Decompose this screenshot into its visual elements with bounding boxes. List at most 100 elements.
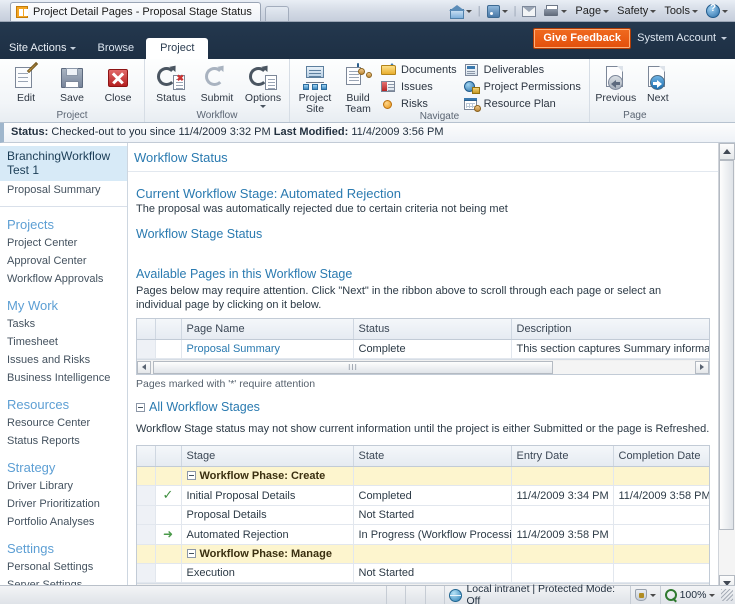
scroll-track[interactable] xyxy=(719,160,735,575)
risks-icon xyxy=(381,97,397,111)
chevron-down-icon[interactable] xyxy=(649,593,656,597)
edit-button[interactable]: Edit xyxy=(3,61,49,104)
table-row-phase[interactable]: Workflow Phase: Manage xyxy=(137,544,709,564)
sidebar-item-issues-and-risks[interactable]: Issues and Risks xyxy=(0,351,127,369)
cell-state: Not Started xyxy=(353,505,512,525)
row-gutter-header xyxy=(137,319,156,340)
collapse-icon[interactable] xyxy=(136,402,145,412)
scroll-thumb[interactable]: III xyxy=(153,360,553,374)
column-header-stage[interactable]: Stage xyxy=(181,446,354,467)
ribbon-tab-project[interactable]: Project xyxy=(146,38,209,59)
column-header-completion-date[interactable]: Completion Date xyxy=(613,446,709,467)
project-permissions-button[interactable]: Project Permissions xyxy=(462,79,586,96)
ribbon-group-navigate-label: Navigate xyxy=(419,111,460,122)
site-actions-menu[interactable]: Site Actions xyxy=(0,42,85,59)
nav-heading-resources: Resources xyxy=(7,397,70,412)
cell-phase-name: Workflow Phase: Create xyxy=(181,466,354,486)
status-message-cell xyxy=(0,585,387,604)
table-row-phase[interactable]: Workflow Phase: Create xyxy=(137,466,709,486)
all-workflow-stages-label[interactable]: All Workflow Stages xyxy=(149,400,260,414)
sidebar-item-approval-center[interactable]: Approval Center xyxy=(0,252,127,270)
sidebar-item-resource-center[interactable]: Resource Center xyxy=(0,414,127,432)
workflow-options-button[interactable]: Options xyxy=(240,61,286,108)
project-site-button[interactable]: Project Site xyxy=(293,61,337,115)
column-header-state[interactable]: State xyxy=(353,446,512,467)
sidebar-item-workflow-approvals[interactable]: Workflow Approvals xyxy=(0,270,127,288)
give-feedback-button[interactable]: Give Feedback xyxy=(533,28,631,49)
home-button[interactable] xyxy=(446,4,475,19)
user-account-menu[interactable]: System Account xyxy=(637,32,727,44)
page-name-link[interactable]: Proposal Summary xyxy=(187,343,281,355)
row-gutter-header xyxy=(137,446,156,467)
sidebar-item-tasks[interactable]: Tasks xyxy=(0,315,127,333)
sidebar-item-personal-settings[interactable]: Personal Settings xyxy=(0,558,127,576)
table-row[interactable]: ➜ Automated Rejection In Progress (Workf… xyxy=(137,524,709,545)
risks-button[interactable]: Risks xyxy=(379,96,462,113)
cell-stage-name: Initial Proposal Details xyxy=(181,485,354,506)
table-row[interactable]: Execution Not Started xyxy=(137,563,709,583)
page-vertical-scrollbar[interactable] xyxy=(718,143,735,592)
sidebar-item-business-intelligence[interactable]: Business Intelligence xyxy=(0,369,127,387)
safety-menu[interactable]: Safety xyxy=(614,4,659,18)
print-button[interactable] xyxy=(541,4,570,19)
chevron-down-icon[interactable] xyxy=(709,593,716,597)
sidebar-item-driver-prioritization[interactable]: Driver Prioritization xyxy=(0,495,127,513)
phase-collapse-icon[interactable] xyxy=(186,471,196,480)
previous-page-button[interactable]: Previous xyxy=(593,61,639,104)
scroll-right-button[interactable] xyxy=(695,360,709,374)
all-workflow-stages-toggle[interactable]: All Workflow Stages xyxy=(136,400,710,414)
scroll-left-button[interactable] xyxy=(137,360,151,374)
build-team-button[interactable]: Build Team xyxy=(337,61,379,115)
divider: | xyxy=(513,5,517,17)
sidebar-item-status-reports[interactable]: Status Reports xyxy=(0,432,127,450)
documents-button[interactable]: Documents xyxy=(379,62,462,79)
issues-button[interactable]: Issues xyxy=(379,79,462,96)
sidebar-item-project-center[interactable]: Project Center xyxy=(0,234,127,252)
close-button[interactable]: Close xyxy=(95,61,141,104)
table-row[interactable]: ✓ Initial Proposal Details Completed 11/… xyxy=(137,485,709,506)
resize-grip[interactable] xyxy=(721,589,734,601)
ribbon-tab-browse[interactable]: Browse xyxy=(85,38,146,59)
column-header-status[interactable]: Status xyxy=(353,319,512,340)
resource-plan-button[interactable]: Resource Plan xyxy=(462,96,586,113)
feeds-button[interactable] xyxy=(484,4,511,19)
save-button[interactable]: Save xyxy=(49,61,95,104)
new-tab-button[interactable] xyxy=(264,6,289,21)
zoom-level-cell[interactable]: 100% xyxy=(661,586,720,604)
next-page-icon xyxy=(645,63,671,93)
column-header-page-name[interactable]: Page Name xyxy=(181,319,354,340)
workflow-submit-button[interactable]: Submit xyxy=(194,61,240,104)
next-page-button[interactable]: Next xyxy=(639,61,677,104)
scroll-up-button[interactable] xyxy=(719,143,735,160)
sidebar-item-driver-library[interactable]: Driver Library xyxy=(0,477,127,495)
deliverables-button[interactable]: Deliverables xyxy=(462,62,586,79)
tools-menu[interactable]: Tools xyxy=(661,4,701,18)
page-menu[interactable]: Page xyxy=(572,4,612,18)
scroll-track[interactable]: III xyxy=(151,360,695,374)
site-actions-label: Site Actions xyxy=(9,42,67,54)
resource-plan-icon xyxy=(463,97,481,112)
phase-collapse-icon[interactable] xyxy=(186,549,196,558)
all-stages-note: Workflow Stage status may not show curre… xyxy=(136,423,710,435)
sidebar-item-proposal-summary[interactable]: Proposal Summary xyxy=(0,181,127,198)
cell-state xyxy=(353,544,512,564)
security-zone-cell[interactable]: Local intranet | Protected Mode: Off xyxy=(445,583,631,604)
table-row[interactable]: Proposal Summary Complete This section c… xyxy=(137,339,709,359)
shield-icon xyxy=(634,589,647,601)
sidebar-item-portfolio-analyses[interactable]: Portfolio Analyses xyxy=(0,513,127,531)
sidebar-item-timesheet[interactable]: Timesheet xyxy=(0,333,127,351)
scroll-thumb[interactable] xyxy=(719,160,734,530)
protected-mode-cell[interactable] xyxy=(631,585,661,604)
column-header-entry-date[interactable]: Entry Date xyxy=(511,446,614,467)
workflow-status-button[interactable]: ✖ Status xyxy=(148,61,194,104)
help-button[interactable] xyxy=(703,3,731,19)
browser-tab[interactable]: Project Detail Pages - Proposal Stage St… xyxy=(10,2,261,21)
column-header-description[interactable]: Description xyxy=(511,319,709,340)
available-pages-heading: Available Pages in this Workflow Stage xyxy=(136,267,353,281)
workflow-status-icon: ✖ xyxy=(157,63,185,93)
sidebar-item-current-project[interactable]: BranchingWorkflow Test 1 xyxy=(0,146,127,181)
chevron-down-icon[interactable] xyxy=(260,105,266,108)
table-row[interactable]: Proposal Details Not Started xyxy=(137,505,709,525)
mail-button[interactable] xyxy=(519,5,539,18)
pages-grid-horizontal-scrollbar[interactable]: III xyxy=(137,359,709,374)
